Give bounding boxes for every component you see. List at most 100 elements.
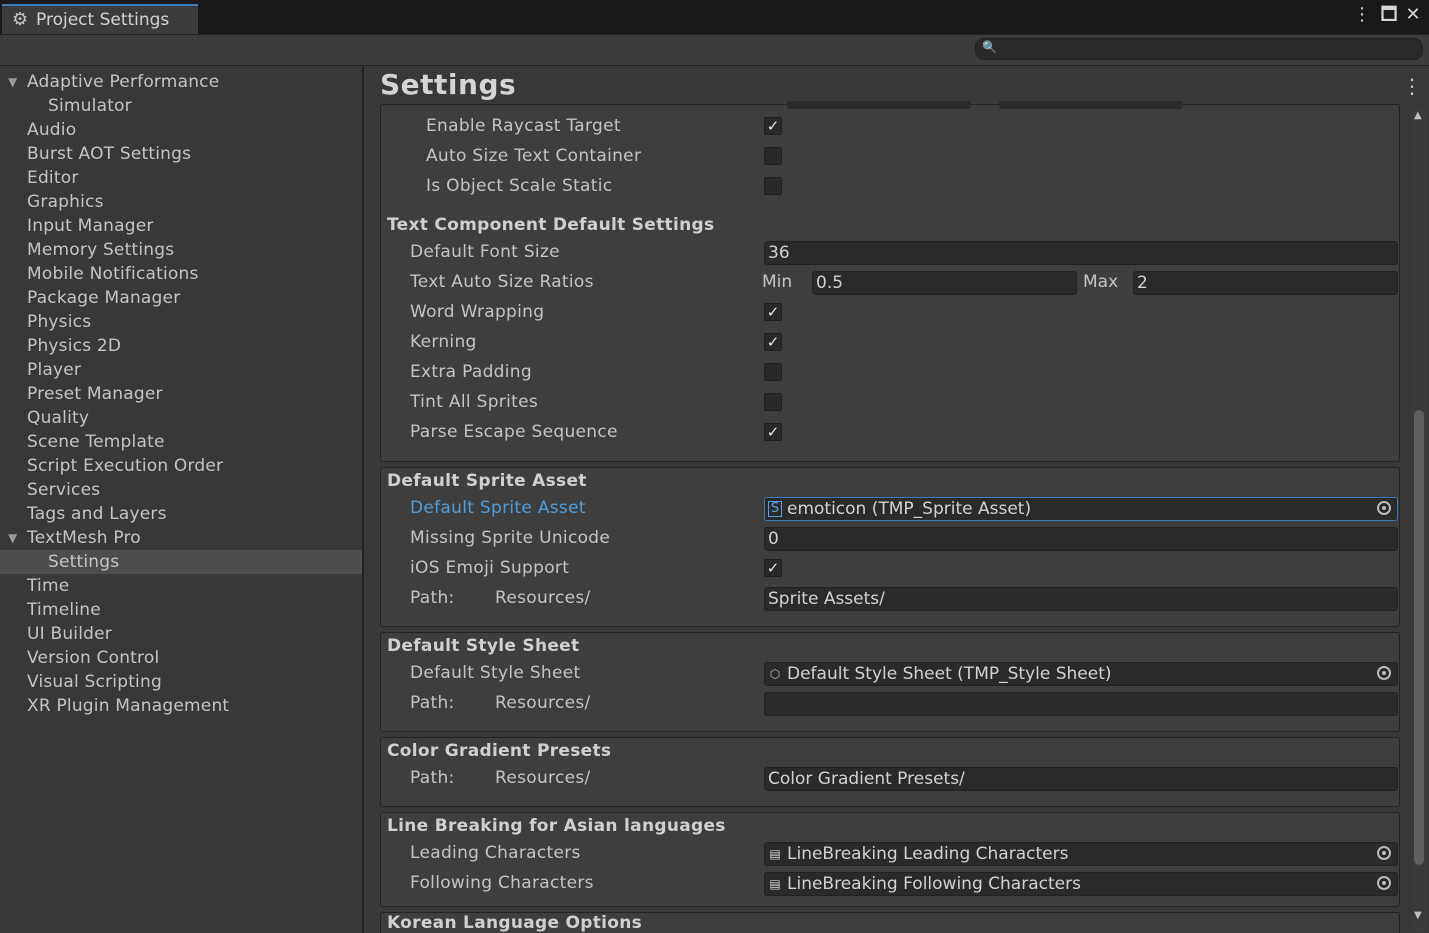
sidebar-item[interactable]: Input Manager <box>0 214 362 238</box>
missing-unicode-label: Missing Sprite Unicode <box>410 528 611 548</box>
parse-escape-checkbox[interactable]: ✓ <box>764 423 782 441</box>
sidebar-item[interactable]: Editor <box>0 166 362 190</box>
sidebar-item[interactable]: Script Execution Order <box>0 454 362 478</box>
style-path-label: Path: <box>410 693 455 713</box>
word-wrapping-checkbox[interactable]: ✓ <box>764 303 782 321</box>
more-options-icon[interactable]: ⋮ <box>1402 76 1422 96</box>
section-text-defaults: Text Component Default Settings <box>387 215 715 235</box>
settings-sidebar: ▼ Adaptive Performance Simulator Audio Burst… <box>0 66 364 933</box>
min-ratio-field[interactable]: 0.5 <box>812 271 1077 295</box>
sidebar-item-label: Memory Settings <box>27 240 175 260</box>
sidebar-item[interactable]: Scene Template <box>0 430 362 454</box>
sidebar-item[interactable]: Mobile Notifications <box>0 262 362 286</box>
sidebar-item[interactable]: Timeline <box>0 598 362 622</box>
expand-arrow-icon[interactable]: ▼ <box>8 70 17 94</box>
sidebar-item[interactable]: Preset Manager <box>0 382 362 406</box>
sidebar-item-label: Graphics <box>27 192 104 212</box>
scroll-down-icon[interactable]: ▼ <box>1414 910 1422 921</box>
window-menu-icon[interactable]: ⋮ <box>1351 5 1373 25</box>
search-input[interactable] <box>1000 40 1410 58</box>
section-sprite-asset: Default Sprite Asset <box>387 471 587 491</box>
expand-arrow-icon[interactable]: ▼ <box>8 526 17 550</box>
following-chars-field[interactable]: ▤ LineBreaking Following Characters <box>764 872 1398 896</box>
following-chars-value: LineBreaking Following Characters <box>787 874 1081 894</box>
sidebar-item[interactable]: Memory Settings <box>0 238 362 262</box>
extra-padding-label: Extra Padding <box>410 362 532 382</box>
search-field[interactable]: 🔍 <box>975 38 1423 60</box>
sidebar-item[interactable]: Package Manager <box>0 286 362 310</box>
enable-raycast-checkbox[interactable]: ✓ <box>764 117 782 135</box>
sidebar-item[interactable]: Simulator <box>0 94 362 118</box>
sidebar-item-label: Adaptive Performance <box>27 72 220 92</box>
missing-unicode-field[interactable]: 0 <box>764 527 1398 551</box>
scroll-thumb[interactable] <box>1414 410 1424 865</box>
max-label: Max <box>1083 272 1119 292</box>
sidebar-item-label: Audio <box>27 120 77 140</box>
sidebar-item-label: Tags and Layers <box>27 504 167 524</box>
scroll-up-icon[interactable]: ▲ <box>1414 110 1422 121</box>
font-size-label: Default Font Size <box>410 242 560 262</box>
object-picker-icon[interactable] <box>1377 876 1391 890</box>
sidebar-item-label: Physics 2D <box>27 336 122 356</box>
max-ratio-field[interactable]: 2 <box>1133 271 1398 295</box>
extra-padding-checkbox[interactable] <box>764 363 782 381</box>
clipped-field <box>787 101 971 109</box>
sidebar-item[interactable]: Quality <box>0 406 362 430</box>
ios-emoji-checkbox[interactable]: ✓ <box>764 559 782 577</box>
leading-chars-label: Leading Characters <box>410 843 581 863</box>
sidebar-item[interactable]: Graphics <box>0 190 362 214</box>
style-path-field[interactable] <box>764 692 1398 716</box>
tint-sprites-checkbox[interactable] <box>764 393 782 411</box>
sidebar-item-label: Simulator <box>48 96 132 116</box>
style-sheet-asset-icon: ⬡ <box>769 667 781 681</box>
sidebar-item[interactable]: Physics <box>0 310 362 334</box>
sidebar-item-label: Burst AOT Settings <box>27 144 192 164</box>
group-text-settings: Enable Raycast Target ✓ Auto Size Text C… <box>380 101 1400 462</box>
sidebar-item[interactable]: UI Builder <box>0 622 362 646</box>
sidebar-item[interactable]: Physics 2D <box>0 334 362 358</box>
section-gradient-presets: Color Gradient Presets <box>387 741 612 761</box>
object-scale-static-checkbox[interactable] <box>764 177 782 195</box>
object-picker-icon[interactable] <box>1377 501 1391 515</box>
object-picker-icon[interactable] <box>1377 846 1391 860</box>
sprite-asset-icon: S <box>768 501 782 517</box>
sidebar-item[interactable]: Version Control <box>0 646 362 670</box>
close-icon[interactable]: ✕ <box>1402 5 1424 25</box>
style-sheet-value: Default Style Sheet (TMP_Style Sheet) <box>787 664 1112 684</box>
sprite-asset-value: emoticon (TMP_Sprite Asset) <box>787 499 1032 519</box>
text-asset-icon: ▤ <box>769 847 781 861</box>
sidebar-item[interactable]: Time <box>0 574 362 598</box>
sidebar-item[interactable]: Audio <box>0 118 362 142</box>
auto-size-container-checkbox[interactable] <box>764 147 782 165</box>
gradient-path-field[interactable]: Color Gradient Presets/ <box>764 767 1398 791</box>
tab-project-settings[interactable]: ⚙ Project Settings <box>2 4 198 34</box>
vertical-scrollbar[interactable]: ▲ ▼ <box>1411 110 1427 932</box>
sidebar-item-label: Input Manager <box>27 216 154 236</box>
sidebar-item-label: Services <box>27 480 101 500</box>
maximize-icon[interactable]: 🗖 <box>1378 5 1400 25</box>
object-picker-icon[interactable] <box>1377 666 1391 680</box>
group-sprite-asset: Default Sprite Asset Default Sprite Asse… <box>380 467 1400 627</box>
sprite-asset-field[interactable]: S emoticon (TMP_Sprite Asset) <box>764 497 1398 521</box>
font-size-field[interactable]: 36 <box>764 241 1398 265</box>
leading-chars-field[interactable]: ▤ LineBreaking Leading Characters <box>764 842 1398 866</box>
sidebar-item[interactable]: Settings <box>0 550 362 574</box>
sidebar-item[interactable]: ▼ Adaptive Performance <box>0 70 362 94</box>
sprite-path-field[interactable]: Sprite Assets/ <box>764 587 1398 611</box>
sidebar-item[interactable]: Services <box>0 478 362 502</box>
sidebar-item[interactable]: Visual Scripting <box>0 670 362 694</box>
gear-icon: ⚙ <box>12 9 29 30</box>
kerning-checkbox[interactable]: ✓ <box>764 333 782 351</box>
min-label: Min <box>762 272 793 292</box>
sidebar-item[interactable]: ▼ TextMesh Pro <box>0 526 362 550</box>
style-sheet-field[interactable]: ⬡ Default Style Sheet (TMP_Style Sheet) <box>764 662 1398 686</box>
sidebar-item[interactable]: Player <box>0 358 362 382</box>
sprite-path-label: Path: <box>410 588 455 608</box>
sidebar-item[interactable]: Burst AOT Settings <box>0 142 362 166</box>
sidebar-item[interactable]: XR Plugin Management <box>0 694 362 718</box>
following-chars-label: Following Characters <box>410 873 594 893</box>
sidebar-item-label: Settings <box>48 552 120 572</box>
section-korean: Korean Language Options <box>387 913 643 933</box>
sidebar-item[interactable]: Tags and Layers <box>0 502 362 526</box>
sidebar-item-label: Scene Template <box>27 432 165 452</box>
